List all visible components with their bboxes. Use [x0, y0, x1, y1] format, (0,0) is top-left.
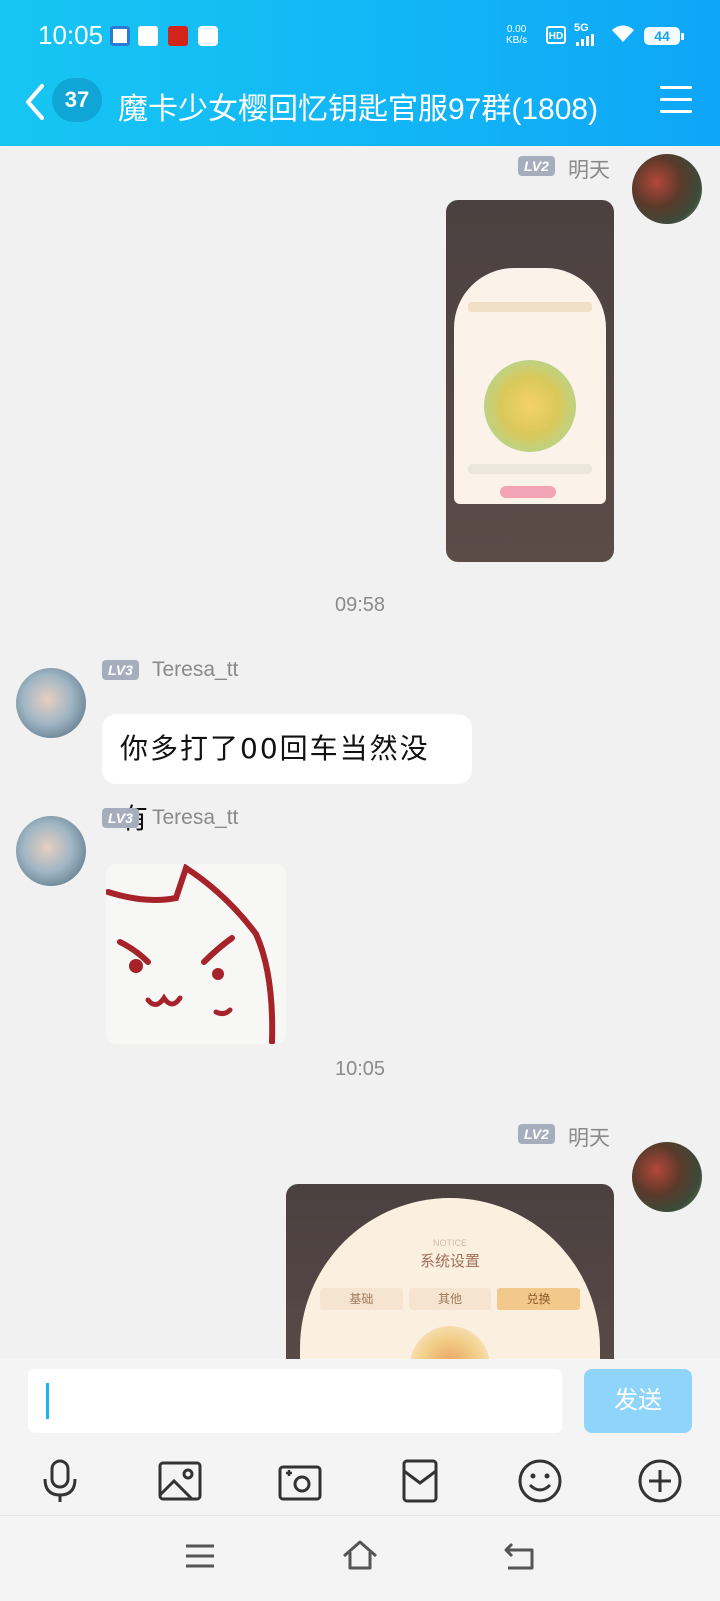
hd-icon: HD: [546, 26, 566, 44]
sender-name: Teresa_tt: [152, 658, 239, 681]
image-icon[interactable]: [156, 1457, 204, 1505]
sender-name: 明天: [568, 159, 610, 182]
screenshot-panel: NOTICE 系统设置 基础 其他 兑换: [300, 1198, 600, 1359]
avatar[interactable]: [632, 154, 702, 224]
header: 10:05 0.00 KB/s HD 5G 44 37 魔卡少女樱回忆钥匙官服9…: [0, 0, 720, 146]
recent-apps-icon[interactable]: [182, 1538, 218, 1574]
level-badge: LV3: [102, 808, 139, 828]
screenshot-panel: [454, 268, 606, 504]
text-caret: [46, 1383, 49, 1419]
input-bar: 发送: [0, 1359, 720, 1515]
back-icon[interactable]: [20, 82, 50, 122]
menu-icon[interactable]: [660, 86, 692, 114]
cat-sticker-icon: [105, 863, 276, 1045]
notice-label: NOTICE: [432, 1238, 467, 1248]
message-bubble[interactable]: 你多打了00回车当然没有: [102, 714, 472, 835]
back-nav-icon[interactable]: [502, 1538, 538, 1574]
microphone-icon[interactable]: [36, 1457, 84, 1505]
camera-icon[interactable]: [276, 1457, 324, 1505]
panel-tab: 基础: [320, 1288, 403, 1310]
message-input[interactable]: [28, 1369, 562, 1433]
toolbar: [0, 1457, 720, 1513]
chat-area[interactable]: LV2 明天 09:58 LV3 Teresa_tt 你多打了00回车当然没有 …: [0, 146, 720, 1359]
notification-blank-icon: [198, 26, 218, 46]
avatar[interactable]: [16, 816, 86, 886]
avatar[interactable]: [632, 1142, 702, 1212]
sticker-message[interactable]: [105, 863, 286, 1045]
home-icon[interactable]: [342, 1538, 378, 1574]
panel-tab: 其他: [408, 1288, 492, 1310]
image-message[interactable]: [446, 200, 614, 562]
status-time: 10:05: [38, 20, 104, 50]
signal-icon: [576, 34, 594, 46]
timestamp: 10:05: [334, 1058, 386, 1080]
notification-news-icon: [168, 26, 188, 46]
red-packet-icon[interactable]: [396, 1457, 444, 1505]
wifi-icon: [612, 25, 634, 42]
emoji-icon[interactable]: [516, 1457, 564, 1505]
notification-app-icon: [110, 26, 130, 46]
level-badge: LV3: [102, 660, 139, 680]
timestamp: 09:58: [334, 594, 386, 616]
panel-tabs: 基础 其他 兑换: [320, 1288, 581, 1310]
nav-bar: 37 魔卡少女樱回忆钥匙官服97群(1808): [0, 70, 720, 146]
notification-send-icon: [138, 26, 158, 46]
network-speed: 0.00 KB/s: [506, 24, 528, 46]
send-button[interactable]: 发送: [584, 1369, 692, 1433]
status-bar: 10:05 0.00 KB/s HD 5G 44: [0, 0, 720, 70]
level-badge: LV2: [518, 156, 555, 176]
plus-icon[interactable]: [636, 1457, 684, 1505]
level-badge: LV2: [518, 1124, 555, 1144]
avatar[interactable]: [16, 668, 86, 738]
unread-badge[interactable]: 37: [52, 78, 102, 122]
panel-tab: 兑换: [497, 1288, 581, 1310]
sender-name: Teresa_tt: [152, 806, 239, 829]
battery-icon: 44: [644, 27, 684, 45]
group-title: 魔卡少女樱回忆钥匙官服97群(1808): [118, 93, 599, 126]
sender-name: 明天: [568, 1127, 610, 1150]
image-message[interactable]: NOTICE 系统设置 基础 其他 兑换: [286, 1184, 614, 1359]
network-type: 5G: [574, 22, 589, 34]
system-nav-bar: [0, 1515, 720, 1601]
panel-title: 系统设置: [419, 1253, 480, 1270]
